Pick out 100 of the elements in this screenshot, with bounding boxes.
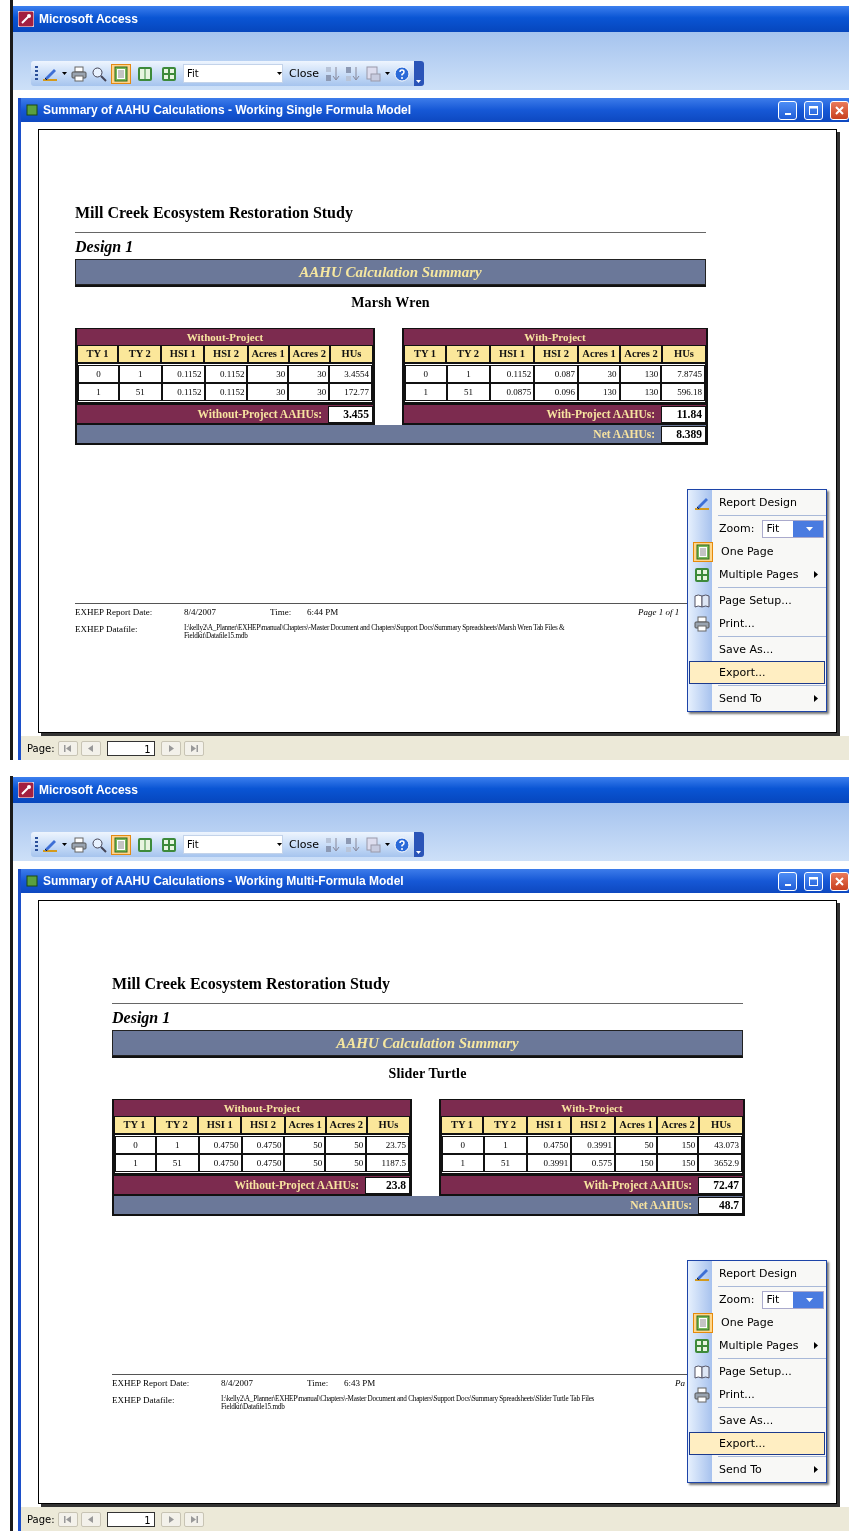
dropdown-caret-icon[interactable] — [277, 843, 282, 846]
table-cell: 50 — [284, 1154, 326, 1172]
menu-item[interactable]: Page Setup... — [689, 589, 825, 612]
page-number: Page 1 of 1 — [638, 607, 681, 617]
menu-item[interactable]: Print... — [689, 1383, 825, 1406]
table-cell: 150 — [656, 1154, 699, 1172]
multiple-pages-icon — [694, 1337, 710, 1354]
menu-item[interactable]: One Page — [689, 540, 825, 563]
zoom-menu-item[interactable]: Zoom: Fit — [689, 517, 825, 540]
toolbar-options-button[interactable] — [413, 61, 424, 86]
magnifier-icon[interactable] — [91, 836, 107, 853]
close-window-button[interactable] — [830, 871, 849, 891]
table-cell: 0.087 — [534, 365, 578, 383]
total-value: 3.455 — [328, 405, 373, 423]
species-name: Marsh Wren — [350, 295, 431, 311]
page-number-field[interactable]: 1 — [106, 740, 155, 756]
table-cell: 51 — [446, 383, 491, 401]
caret-icon[interactable] — [62, 72, 67, 75]
help-icon[interactable] — [393, 836, 410, 853]
submenu-arrow-icon — [814, 571, 818, 578]
net-value: 48.7 — [698, 1196, 743, 1214]
total-label: With-Project AAHUs: — [546, 408, 656, 420]
table-cell: 0 — [442, 1136, 484, 1154]
table-cell: 0.096 — [534, 383, 578, 401]
dropdown-caret-icon[interactable] — [277, 72, 282, 75]
table-cell: 1 — [446, 365, 491, 383]
help-icon[interactable] — [393, 65, 410, 82]
toolbar-grip[interactable] — [35, 836, 38, 853]
table-cell: 1 — [405, 383, 447, 401]
total-label: Without-Project AAHUs: — [234, 1179, 360, 1191]
menu-item[interactable]: Print... — [689, 612, 825, 635]
first-page-icon — [63, 744, 72, 752]
one-page-button[interactable] — [111, 834, 131, 855]
table-cell: 1 — [118, 365, 162, 383]
next-page-button[interactable] — [160, 1511, 181, 1527]
printer-icon — [694, 1386, 710, 1403]
last-page-button[interactable] — [183, 740, 204, 756]
table-cell: 30 — [247, 365, 289, 383]
caret-icon[interactable] — [384, 843, 390, 846]
next-page-icon — [166, 1515, 175, 1523]
menu-item[interactable]: Page Setup... — [689, 1360, 825, 1383]
last-page-button[interactable] — [183, 1511, 204, 1527]
minimize-button[interactable] — [778, 100, 797, 120]
menu-item[interactable]: Save As... — [689, 1409, 825, 1432]
printer-icon[interactable] — [71, 836, 87, 853]
menu-item[interactable]: Report Design — [689, 1262, 825, 1285]
table-cell: 0.1152 — [161, 365, 205, 383]
close-button[interactable]: Close — [287, 67, 321, 80]
previous-page-button[interactable] — [80, 1511, 101, 1527]
one-page-icon — [113, 836, 129, 853]
dropdown-arrow-icon[interactable] — [806, 1297, 814, 1302]
column-header: Acres 1 — [247, 345, 289, 363]
close-window-button[interactable] — [830, 100, 849, 120]
zoom-menu-item[interactable]: Zoom: Fit — [689, 1288, 825, 1311]
maximize-button[interactable] — [804, 100, 823, 120]
design-heading: Design 1 — [75, 238, 135, 256]
previous-page-button[interactable] — [80, 740, 101, 756]
first-page-button[interactable] — [57, 1511, 78, 1527]
menu-item[interactable]: One Page — [689, 1311, 825, 1334]
menu-item[interactable]: Multiple Pages — [689, 1334, 825, 1357]
maximize-button[interactable] — [804, 871, 823, 891]
zoom-combo[interactable]: Fit — [762, 519, 824, 538]
table-cell: 0.3991 — [571, 1136, 615, 1154]
dropdown-arrow-icon[interactable] — [806, 526, 814, 531]
minimize-button[interactable] — [778, 871, 797, 891]
menu-item[interactable]: Multiple Pages — [689, 563, 825, 586]
table-title: With-Project — [404, 329, 706, 345]
menu-item[interactable]: Export... — [689, 1432, 825, 1455]
menu-item[interactable]: Send To — [689, 687, 825, 710]
next-page-button[interactable] — [160, 740, 181, 756]
magnifier-icon[interactable] — [91, 65, 107, 82]
table-cell: 1 — [442, 1154, 484, 1172]
close-button[interactable]: Close — [287, 838, 321, 851]
sort-ascending-icon[interactable] — [324, 65, 341, 82]
submenu-arrow-icon — [814, 1342, 818, 1349]
toolbar-options-button[interactable] — [413, 832, 424, 857]
sort-descending-icon[interactable] — [344, 65, 361, 82]
one-page-button[interactable] — [111, 63, 131, 84]
zoom-combo[interactable]: Fit — [762, 1290, 824, 1309]
first-page-button[interactable] — [57, 740, 78, 756]
sort-ascending-icon[interactable] — [324, 836, 341, 853]
table-cell: 0 — [78, 365, 119, 383]
table-cell: 1 — [115, 1154, 156, 1172]
menu-item[interactable]: Report Design — [689, 491, 825, 514]
close-icon — [835, 876, 844, 886]
sort-descending-icon[interactable] — [344, 836, 361, 853]
menu-item[interactable]: Export... — [689, 661, 825, 684]
column-header: Acres 1 — [578, 345, 620, 363]
page-number-field[interactable]: 1 — [106, 1511, 155, 1527]
menu-item[interactable]: Save As... — [689, 638, 825, 661]
caret-icon[interactable] — [384, 72, 390, 75]
column-header: TY 2 — [155, 1116, 199, 1134]
toolbar-grip[interactable] — [35, 65, 38, 82]
caret-icon[interactable] — [62, 843, 67, 846]
printer-icon[interactable] — [71, 65, 87, 82]
zoom-field[interactable]: Fit — [183, 835, 283, 854]
zoom-field[interactable]: Fit — [183, 64, 283, 83]
report-date: 8/4/2007 — [184, 607, 217, 617]
menu-item[interactable]: Send To — [689, 1458, 825, 1481]
table-cell: 51 — [155, 1154, 199, 1172]
